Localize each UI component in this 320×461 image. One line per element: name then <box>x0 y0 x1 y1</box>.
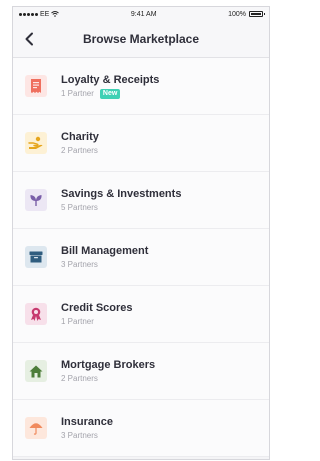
item-title: Savings & Investments <box>61 187 182 200</box>
item-title: Insurance <box>61 415 113 428</box>
plant-icon <box>25 189 47 211</box>
back-button[interactable] <box>19 29 39 49</box>
item-partner-count: 1 Partner <box>61 88 94 98</box>
item-title: Bill Management <box>61 244 149 257</box>
page-title: Browse Marketplace <box>82 32 200 46</box>
category-item-loyalty-receipts[interactable]: Loyalty & Receipts 1 Partner New <box>13 58 269 115</box>
item-title: Credit Scores <box>61 301 133 314</box>
category-item-savings-investments[interactable]: Savings & Investments 5 Partners <box>13 172 269 229</box>
phone-screen: EE 9:41 AM 100% Browse Marketplace Loyal… <box>12 6 270 460</box>
chevron-left-icon[interactable] <box>24 32 34 46</box>
status-time: 9:41 AM <box>130 10 157 18</box>
category-list: Loyalty & Receipts 1 Partner New Charity <box>13 58 269 457</box>
battery-percent: 100% <box>228 10 246 18</box>
item-partner-count: 2 Partners <box>61 373 98 383</box>
item-partner-count: 3 Partners <box>61 259 98 269</box>
nav-bar: Browse Marketplace <box>13 21 269 58</box>
carrier-label: EE <box>40 10 50 18</box>
category-item-credit-scores[interactable]: Credit Scores 1 Partner <box>13 286 269 343</box>
item-partner-count: 1 Partner <box>61 316 94 326</box>
wifi-icon <box>51 11 60 17</box>
item-partner-count: 2 Partners <box>61 145 98 155</box>
status-bar: EE 9:41 AM 100% <box>13 7 269 21</box>
charity-hands-icon <box>25 132 47 154</box>
receipt-icon <box>25 75 47 97</box>
item-title: Charity <box>61 130 99 143</box>
new-badge: New <box>99 88 121 99</box>
archive-box-icon <box>25 246 47 268</box>
category-item-bill-management[interactable]: Bill Management 3 Partners <box>13 229 269 286</box>
status-right: 100% <box>228 10 265 18</box>
umbrella-icon <box>25 417 47 439</box>
item-title: Mortgage Brokers <box>61 358 156 371</box>
category-item-mortgage-brokers[interactable]: Mortgage Brokers 2 Partners <box>13 343 269 400</box>
battery-icon <box>249 11 265 17</box>
item-title: Loyalty & Receipts <box>61 73 160 86</box>
category-item-charity[interactable]: Charity 2 Partners <box>13 115 269 172</box>
award-ribbon-icon <box>25 303 47 325</box>
status-left: EE <box>19 10 60 18</box>
house-icon <box>25 360 47 382</box>
item-partner-count: 3 Partners <box>61 430 98 440</box>
item-partner-count: 5 Partners <box>61 202 98 212</box>
signal-icon <box>19 12 38 16</box>
category-item-insurance[interactable]: Insurance 3 Partners <box>13 400 269 457</box>
